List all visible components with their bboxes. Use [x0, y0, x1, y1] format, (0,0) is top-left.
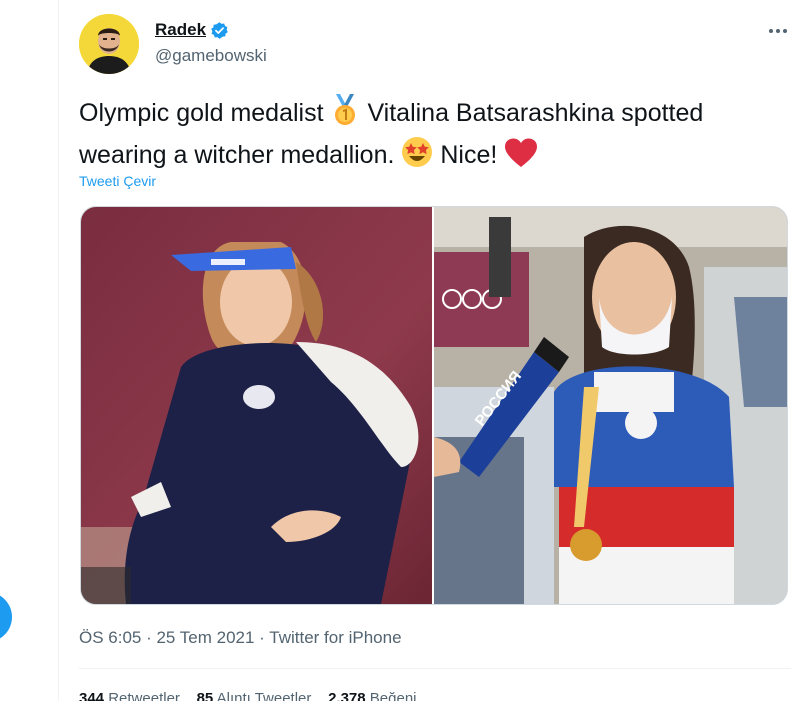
likes-count[interactable]: 2.378	[328, 690, 366, 701]
author-name-row: Radek	[155, 20, 229, 40]
author-display-name[interactable]: Radek	[155, 20, 206, 40]
gold-medal-emoji-icon	[330, 94, 360, 136]
star-struck-emoji-icon	[401, 136, 433, 178]
tweet-stats: 344 Retweetler 85 Alıntı Tweetler 2.378 …	[79, 690, 417, 701]
photo-athlete-shooting[interactable]	[81, 207, 432, 604]
more-options-icon[interactable]	[767, 24, 789, 38]
tweet-detail: Radek @gamebowski Olympic gold medalist	[59, 0, 804, 701]
left-sidebar	[0, 0, 59, 701]
verified-badge-icon	[210, 21, 229, 40]
quotes-count[interactable]: 85	[197, 690, 214, 701]
avatar[interactable]	[79, 14, 139, 74]
compose-tweet-button[interactable]	[0, 592, 12, 642]
tweet-text-part: Olympic gold medalist	[79, 99, 324, 127]
tweet-timestamp[interactable]: ÖS 6:05 · 25 Tem 2021 · Twitter for iPho…	[79, 628, 402, 648]
retweets-count[interactable]: 344	[79, 690, 104, 701]
retweets-label[interactable]: Retweetler	[108, 690, 180, 701]
tweet-media-grid: РОССИЯ	[80, 206, 788, 605]
translate-tweet-link[interactable]: Tweeti Çevir	[79, 173, 156, 189]
likes-label[interactable]: Beğeni	[370, 690, 417, 701]
tweet-header: Radek @gamebowski	[79, 14, 789, 76]
tweet-text: Olympic gold medalist Vitalina Batsarash…	[79, 94, 759, 178]
author-handle[interactable]: @gamebowski	[155, 46, 267, 66]
quotes-label[interactable]: Alıntı Tweetler	[217, 690, 312, 701]
tweet-text-part: Nice!	[440, 141, 498, 169]
red-heart-emoji-icon	[504, 138, 538, 178]
photo-athlete-interview[interactable]: РОССИЯ	[434, 207, 787, 604]
stats-divider	[79, 668, 791, 669]
